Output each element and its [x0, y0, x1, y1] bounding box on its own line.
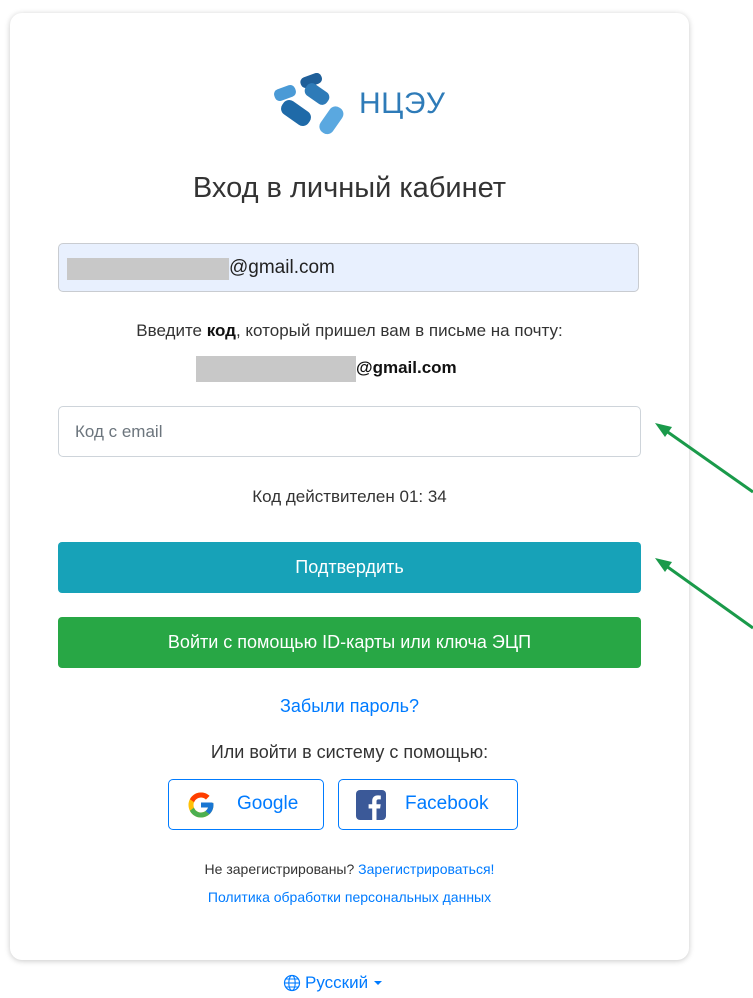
- register-prompt-text: Не зарегистрированы?: [204, 861, 359, 877]
- logo-icon: [274, 73, 344, 135]
- language-label: Русский: [305, 973, 369, 992]
- social-login-title: Или войти в систему с помощью:: [210, 742, 489, 762]
- instruction-email-value: @gmail.com: [356, 358, 457, 377]
- instruction-email: @gmail.com: [196, 356, 496, 382]
- forgot-password-link[interactable]: Забыли пароль?: [10, 696, 689, 717]
- login-email-field[interactable]: @gmail.com: [58, 243, 639, 292]
- register-link[interactable]: Зарегистрироваться!: [358, 861, 494, 877]
- confirm-button[interactable]: Подтвердить: [58, 542, 641, 593]
- google-label: Google: [237, 793, 299, 814]
- caret-down-icon: [374, 981, 383, 985]
- google-icon: [188, 792, 214, 818]
- facebook-login-button[interactable]: Facebook: [338, 779, 518, 830]
- google-login-button[interactable]: Google: [168, 779, 324, 830]
- instruction-suffix: , который пришел вам в письме на почту:: [235, 321, 563, 340]
- language-selector[interactable]: Русский: [283, 973, 388, 993]
- globe-icon: [283, 974, 301, 992]
- facebook-label: Facebook: [405, 793, 489, 814]
- instruction-bold: код: [206, 321, 236, 340]
- id-card-login-button[interactable]: Войти с помощью ID-карты или ключа ЭЦП: [58, 617, 641, 668]
- logo: НЦЭУ: [266, 73, 445, 153]
- redacted-block: [196, 356, 356, 382]
- email-code-input[interactable]: [58, 406, 641, 457]
- register-prompt: Не зарегистрированы? Зарегистрироваться!: [10, 861, 689, 877]
- logo-text: НЦЭУ: [359, 87, 446, 120]
- facebook-icon: [356, 790, 386, 820]
- privacy-policy-link[interactable]: Политика обработки персональных данных: [10, 889, 689, 905]
- redacted-block: [67, 258, 229, 280]
- code-timer: Код действителен 01: 34: [252, 487, 447, 506]
- instruction-prefix: Введите: [136, 321, 207, 340]
- page-title: Вход в личный кабинет: [192, 172, 507, 204]
- code-instruction: Введите код, который пришел вам в письме…: [10, 321, 689, 341]
- login-email-value: @gmail.com: [229, 257, 335, 278]
